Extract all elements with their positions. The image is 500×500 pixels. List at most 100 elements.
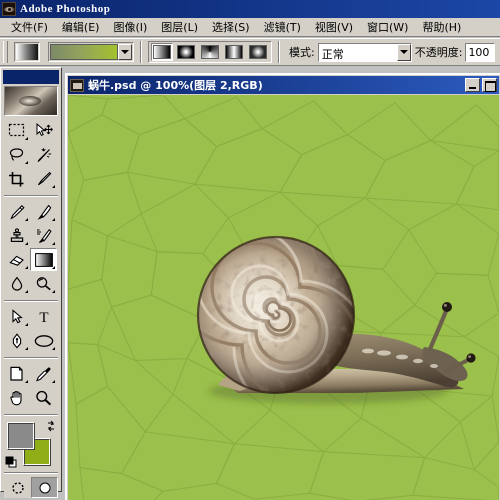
flyout-triangle-icon (25, 137, 28, 140)
move-tool[interactable] (30, 119, 57, 142)
menu-view[interactable]: 视图(V) (308, 17, 360, 37)
angle-gradient-icon (201, 45, 219, 59)
reflected-gradient-button[interactable] (223, 43, 245, 61)
rectangular-marquee-tool[interactable] (3, 119, 30, 142)
gradient-preset-picker[interactable] (48, 42, 134, 62)
dodge-tool[interactable] (30, 272, 57, 295)
radial-gradient-icon (177, 45, 195, 59)
flyout-triangle-icon (25, 347, 28, 350)
reflected-gradient-icon (225, 45, 243, 59)
toolbox-divider-4 (4, 414, 58, 416)
history-brush-tool[interactable] (30, 224, 57, 247)
chevron-down-icon (121, 50, 129, 54)
tool-options-bar: 模式: 正常 不透明度: 100 (0, 38, 500, 66)
tool-group-selection (3, 119, 59, 191)
menu-help[interactable]: 帮助(H) (415, 17, 468, 37)
gradient-picker-dropdown[interactable] (118, 44, 132, 60)
document-window: 蜗牛.psd @ 100%(图层 2,RGB) (65, 73, 500, 500)
snail-upper-eye-glint (443, 303, 447, 307)
options-separator-1 (140, 41, 142, 63)
doc-minimize-button[interactable] (465, 78, 480, 92)
tool-group-vector: T (3, 305, 59, 353)
magic-wand-tool[interactable] (30, 143, 57, 166)
menu-image[interactable]: 图像(I) (106, 17, 154, 37)
zoom-tool[interactable] (30, 386, 57, 409)
flyout-triangle-icon (25, 218, 28, 221)
flyout-triangle-icon (52, 290, 55, 293)
flyout-triangle-icon (25, 323, 28, 326)
menu-filter[interactable]: 滤镜(T) (257, 17, 308, 37)
flyout-triangle-icon (52, 242, 55, 245)
notes-tool[interactable] (3, 362, 30, 385)
flyout-triangle-icon (25, 161, 28, 164)
toolbox-divider-2 (4, 300, 58, 302)
image-canvas[interactable] (68, 95, 499, 500)
eraser-tool[interactable] (3, 248, 30, 271)
pen-tool[interactable] (3, 329, 30, 352)
document-title: 蜗牛.psd @ 100%(图层 2,RGB) (88, 79, 263, 92)
radial-gradient-button[interactable] (175, 43, 197, 61)
type-tool[interactable]: T (30, 305, 57, 328)
path-selection-tool[interactable] (3, 305, 30, 328)
options-bar-grip[interactable] (3, 41, 8, 63)
flyout-triangle-icon (25, 380, 28, 383)
slice-tool[interactable] (30, 167, 57, 190)
crop-tool[interactable] (3, 167, 30, 190)
chevron-down-icon (399, 50, 408, 54)
diamond-gradient-button[interactable] (247, 43, 269, 61)
flyout-triangle-icon (52, 185, 55, 188)
snail-image (196, 235, 476, 404)
snail-lower-eye-glint (468, 355, 471, 358)
blend-mode-label: 模式: (289, 46, 315, 59)
hand-tool[interactable] (3, 386, 30, 409)
gradient-icon (16, 44, 38, 60)
quick-mask-mode-button[interactable] (31, 477, 58, 498)
brush-tool[interactable] (30, 200, 57, 223)
healing-brush-tool[interactable] (3, 200, 30, 223)
toolbox-divider-5 (4, 472, 58, 474)
default-colors-icon[interactable] (5, 456, 17, 468)
linear-gradient-icon (153, 45, 171, 59)
menu-file[interactable]: 文件(F) (4, 17, 55, 37)
document-icon (70, 78, 84, 92)
photoshop-eye-icon[interactable] (2, 2, 16, 16)
ellipse-shape-tool[interactable] (30, 329, 57, 352)
standard-mode-button[interactable] (4, 477, 31, 498)
snail-upper-eye (442, 302, 452, 312)
linear-gradient-button[interactable] (151, 43, 173, 61)
app-titlebar: Adobe Photoshop (0, 0, 500, 18)
flyout-triangle-icon (25, 266, 28, 269)
blur-tool[interactable] (3, 272, 30, 295)
active-tool-thumbnail[interactable] (14, 42, 40, 62)
menu-edit[interactable]: 编辑(E) (55, 17, 107, 37)
toolbox-titlebar[interactable] (3, 70, 59, 84)
opacity-input[interactable]: 100 (465, 42, 496, 62)
foreground-color-swatch[interactable] (7, 422, 35, 450)
lasso-tool[interactable] (3, 143, 30, 166)
mask-mode-group (3, 477, 59, 498)
blend-mode-dropdown[interactable] (396, 43, 411, 61)
document-titlebar[interactable]: 蜗牛.psd @ 100%(图层 2,RGB) (68, 76, 499, 94)
menu-layer[interactable]: 图层(L) (154, 17, 205, 37)
blend-mode-select[interactable]: 正常 (317, 42, 412, 62)
toolbox-divider-1 (4, 195, 58, 197)
toolbox-divider-3 (4, 357, 58, 359)
tool-group-painting (3, 200, 59, 296)
toolbox-palette: T (0, 67, 62, 498)
menu-select[interactable]: 选择(S) (205, 17, 257, 37)
snail-upper-tentacle (427, 308, 449, 352)
swap-colors-icon[interactable] (45, 420, 57, 432)
doc-maximize-button[interactable] (482, 78, 497, 92)
eyedropper-tool[interactable] (30, 362, 57, 385)
app-title: Adobe Photoshop (20, 3, 111, 15)
gradient-tool[interactable] (30, 248, 57, 271)
gradient-preview-swatch (50, 44, 118, 60)
diamond-gradient-icon (249, 45, 267, 59)
flyout-triangle-icon (25, 290, 28, 293)
clone-stamp-tool[interactable] (3, 224, 30, 247)
flyout-triangle-icon (52, 218, 55, 221)
menu-window[interactable]: 窗口(W) (360, 17, 415, 37)
flyout-triangle-icon (52, 380, 55, 383)
angle-gradient-button[interactable] (199, 43, 221, 61)
flyout-triangle-icon (52, 266, 55, 269)
